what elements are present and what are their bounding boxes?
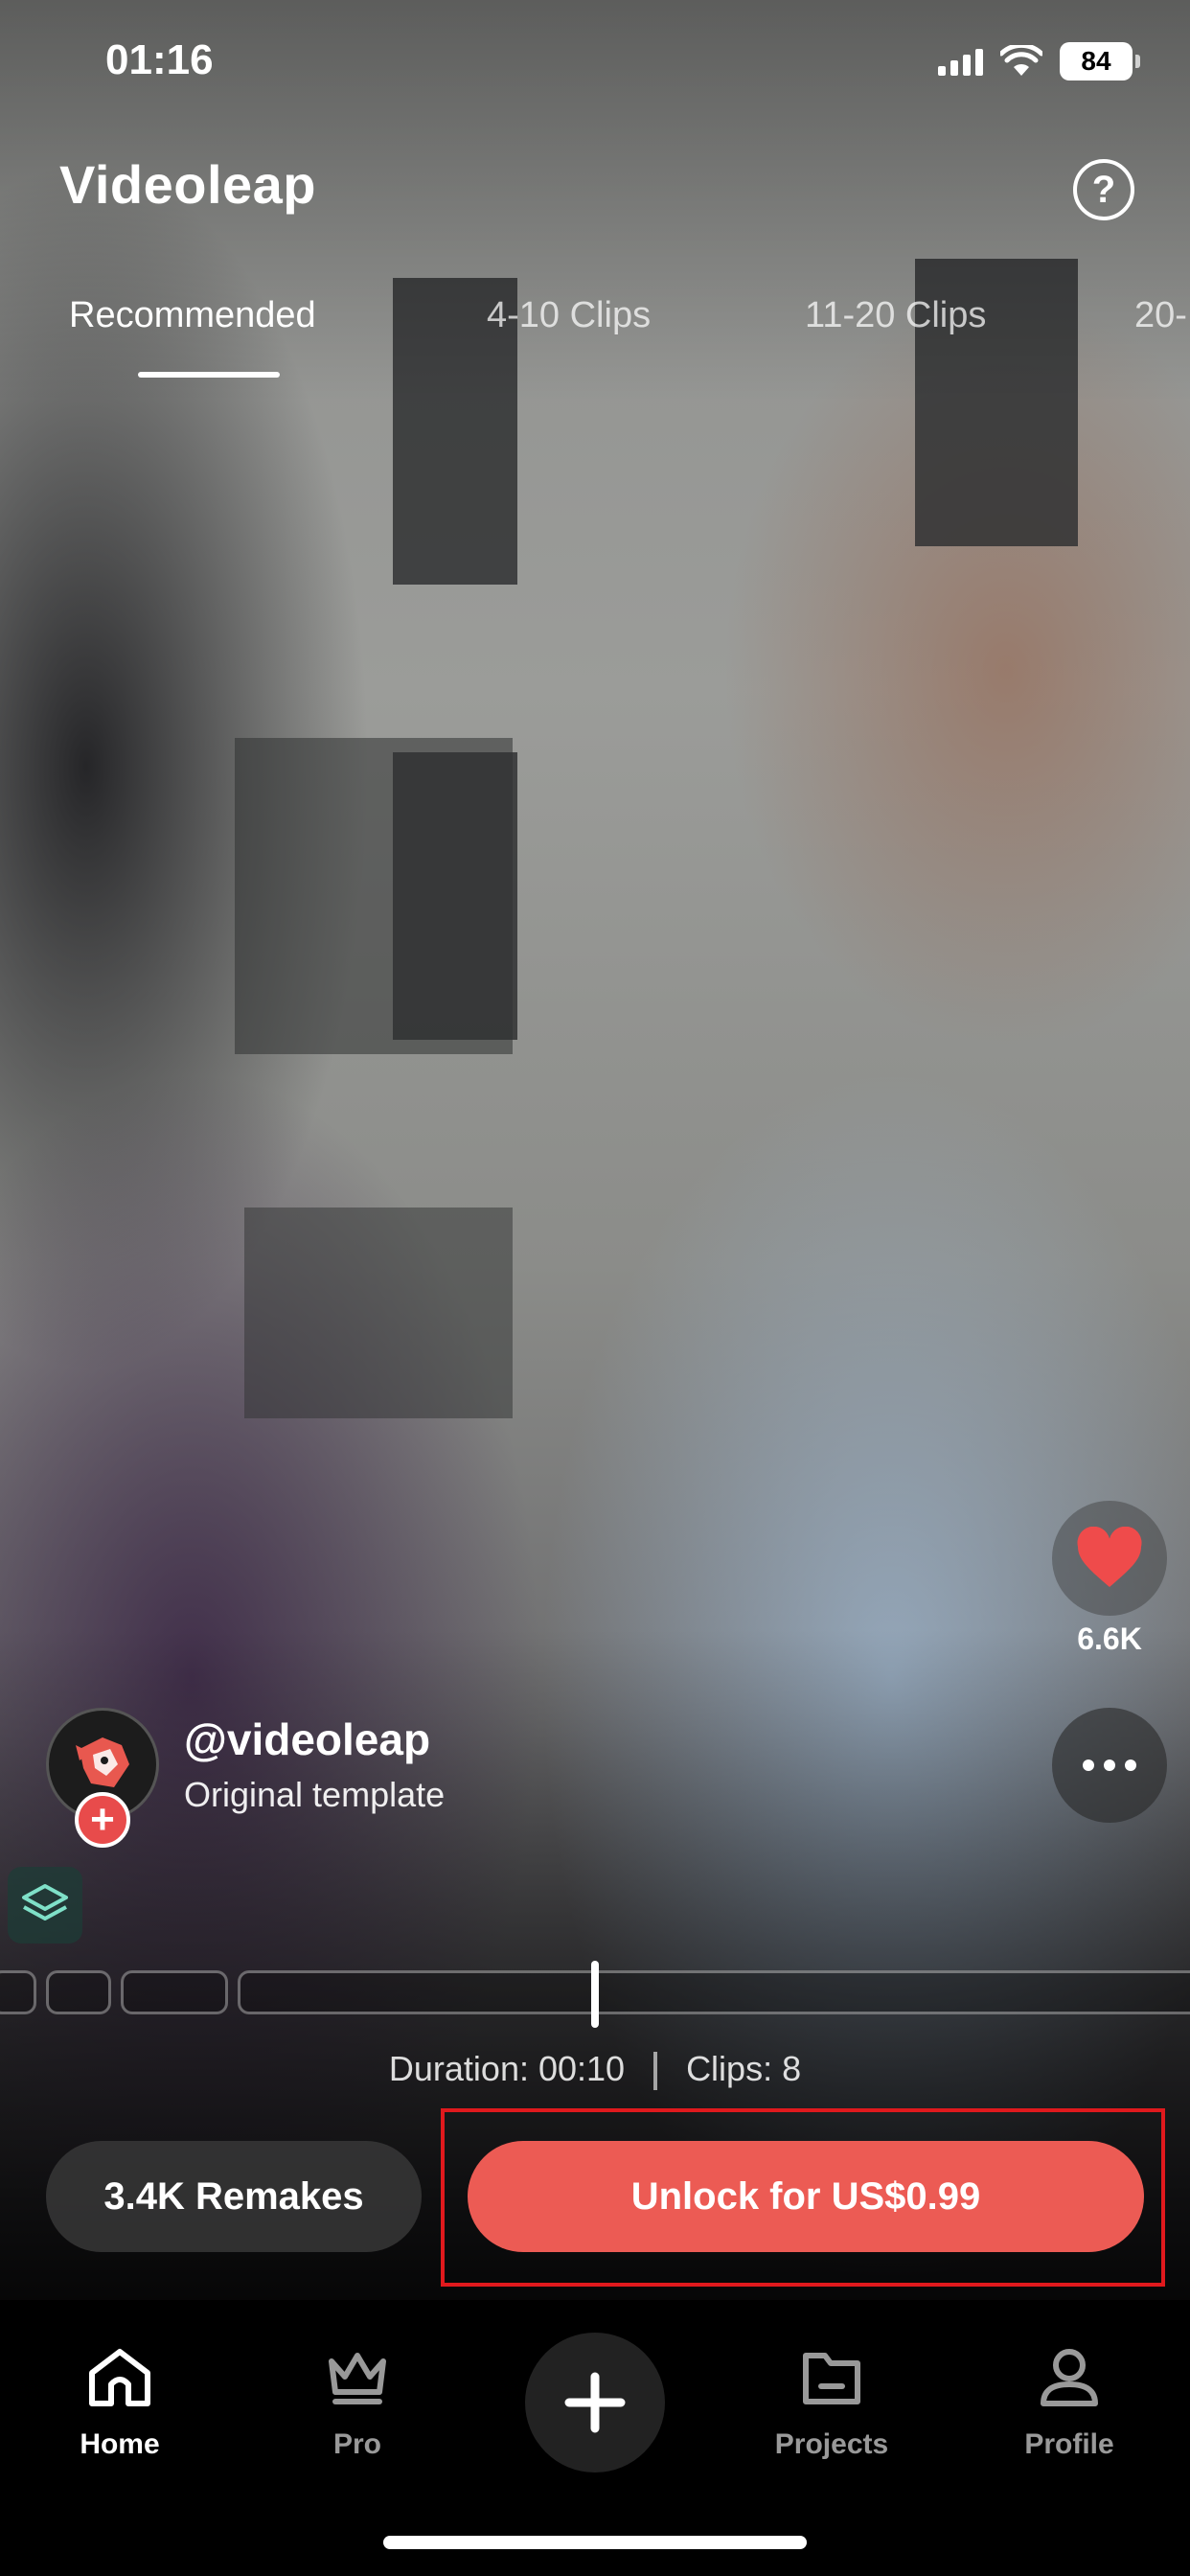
dot (1083, 1760, 1094, 1771)
clip-segment (238, 1970, 1190, 2014)
tab-4-10-clips[interactable]: 4-10 Clips (487, 295, 651, 336)
status-icons: 84 (938, 42, 1140, 80)
videoleap-logo-icon (76, 1737, 129, 1787)
user-icon (1041, 2349, 1098, 2406)
help-button[interactable]: ? (1073, 159, 1134, 220)
plus-icon (564, 2372, 626, 2433)
nav-projects[interactable]: Projects (755, 2346, 908, 2461)
follow-button[interactable]: + (75, 1792, 130, 1848)
nav-home-label: Home (80, 2428, 160, 2460)
creator-handle[interactable]: @videoleap (184, 1714, 430, 1765)
cellular-signal-icon (938, 47, 983, 76)
nav-pro[interactable]: Pro (281, 2346, 434, 2461)
category-tabs: Recommended 4-10 Clips 11-20 Clips 20- (0, 295, 1190, 381)
battery-icon: 84 (1060, 42, 1140, 80)
folder-icon (803, 2353, 860, 2404)
wifi-icon (1000, 45, 1042, 76)
nav-projects-label: Projects (774, 2428, 889, 2460)
create-button[interactable] (525, 2333, 665, 2472)
active-tab-indicator (138, 372, 280, 378)
tab-recommended[interactable]: Recommended (69, 295, 316, 336)
template-meta: Duration: 00:10 Clips: 8 (0, 2049, 1190, 2091)
layers-button[interactable] (8, 1867, 82, 1944)
heart-icon (1077, 1527, 1142, 1587)
nav-profile[interactable]: Profile (993, 2346, 1146, 2461)
like-count: 6.6K (1077, 1622, 1142, 1656)
background-window (244, 1208, 513, 1418)
nav-pro-label: Pro (332, 2428, 381, 2460)
clip-segment (121, 1970, 228, 2014)
unlock-button[interactable]: Unlock for US$0.99 (468, 2141, 1144, 2252)
background-window (393, 752, 517, 1040)
template-subtitle: Original template (184, 1775, 446, 1814)
tab-11-20-clips[interactable]: 11-20 Clips (805, 295, 986, 336)
meta-divider (653, 2052, 658, 2091)
app-title: Videoleap (59, 154, 317, 215)
tab-20-plus-clips[interactable]: 20- (1134, 295, 1187, 336)
clip-segment (46, 1970, 111, 2014)
clip-segment (0, 1970, 36, 2014)
timeline-playhead[interactable] (591, 1961, 599, 2028)
clips-count-text: Clips: 8 (686, 2049, 802, 2088)
status-time: 01:16 (105, 36, 214, 83)
nav-home[interactable]: Home (43, 2346, 196, 2461)
duration-text: Duration: 00:10 (388, 2049, 626, 2088)
app-screen: 01:16 84 Videoleap ? Recommended 4-10 Cl… (0, 0, 1190, 2576)
dot (1125, 1760, 1136, 1771)
layers-icon (22, 1884, 68, 1920)
nav-profile-label: Profile (1024, 2428, 1114, 2460)
crown-icon (329, 2353, 386, 2404)
home-icon (89, 2349, 150, 2406)
home-indicator[interactable] (383, 2536, 807, 2549)
like-button[interactable] (1052, 1501, 1167, 1616)
dot (1104, 1760, 1115, 1771)
more-options-button[interactable] (1052, 1708, 1167, 1823)
remakes-button[interactable]: 3.4K Remakes (46, 2141, 422, 2252)
